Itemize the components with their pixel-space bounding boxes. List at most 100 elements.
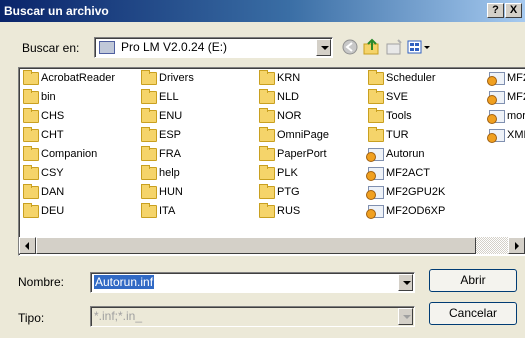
file-item[interactable]: FRA [139,146,181,162]
file-icon [366,167,384,181]
horizontal-scrollbar[interactable] [19,237,525,254]
file-item[interactable]: ESP [139,127,181,143]
file-item[interactable]: NOR [257,108,301,124]
folder-icon [141,89,157,104]
file-item[interactable]: MF2GPU2K [366,184,445,200]
file-item-label: OmniPage [277,129,329,141]
file-item[interactable]: Companion [21,146,97,162]
file-item-label: TUR [386,129,409,141]
file-icon [366,205,384,219]
file-item-label: CSY [41,167,64,179]
look-in-combo[interactable]: Pro LM V2.0.24 (E:) [94,37,333,58]
file-item-label: ELL [159,91,179,103]
help-button[interactable]: ? [487,3,504,18]
file-item-label: PLK [277,167,298,179]
file-item[interactable]: MF2OD6XP [366,203,445,219]
new-folder-icon[interactable] [384,38,404,56]
file-item[interactable]: RUS [257,203,300,219]
file-item[interactable]: KRN [257,70,300,86]
file-item-label: Autorun [386,148,425,160]
filetype-select[interactable]: *.inf;*.in_ [90,306,415,327]
folder-icon [259,108,275,123]
filetype-value: *.inf;*.in_ [94,309,143,323]
folder-icon [259,184,275,199]
file-icon [366,186,384,200]
folder-icon [23,127,39,142]
file-item[interactable]: HUN [139,184,183,200]
file-item-label: HUN [159,186,183,198]
file-item[interactable]: PLK [257,165,298,181]
file-item[interactable]: PaperPort [257,146,327,162]
file-item[interactable]: SVE [366,89,408,105]
view-menu-icon[interactable] [406,38,432,56]
filename-value: Autorun.inf [94,275,155,289]
file-item[interactable]: ELL [139,89,179,105]
folder-icon [141,146,157,161]
filename-dropdown-button[interactable] [398,274,413,291]
cancel-button[interactable]: Cancelar [429,302,517,325]
filename-input[interactable]: Autorun.inf [90,272,415,293]
file-item[interactable]: CSY [21,165,64,181]
folder-icon [141,108,157,123]
file-item[interactable]: AcrobatReader [21,70,115,86]
folder-icon [141,184,157,199]
folder-icon [23,89,39,104]
folder-icon [259,165,275,180]
file-item[interactable]: ENU [139,108,182,124]
file-item[interactable]: Autorun [366,146,425,162]
look-in-dropdown-button[interactable] [316,39,331,56]
folder-icon [259,203,275,218]
file-item[interactable]: PTG [257,184,300,200]
file-item[interactable]: OmniPage [257,127,329,143]
file-item-label: MF2 [507,72,525,84]
file-list[interactable]: AcrobatReader bin CHS CHT Companion CSY DAN DEU… [18,67,525,256]
file-item[interactable]: MF2ACT [366,165,430,181]
scroll-right-button[interactable] [508,237,525,254]
filetype-dropdown-button[interactable] [398,308,413,325]
scroll-left-button[interactable] [19,237,36,254]
file-item[interactable]: help [139,165,180,181]
file-item[interactable]: MF2 [487,70,525,86]
file-item-label: SVE [386,91,409,103]
scroll-thumb[interactable] [36,237,476,254]
file-item-label: help [159,167,180,179]
file-item[interactable]: bin [21,89,56,105]
file-item-label: MF2 [507,91,525,103]
close-button[interactable]: X [505,3,522,18]
file-item[interactable]: XML [487,127,525,143]
file-item[interactable]: CHS [21,108,64,124]
file-item[interactable]: Scheduler [366,70,436,86]
back-icon[interactable] [340,38,360,56]
file-item[interactable]: ITA [139,203,175,219]
folder-icon [368,70,384,85]
title-bar: Buscar un archivo ? X [0,0,525,22]
file-item[interactable]: Drivers [139,70,194,86]
look-in-value: Pro LM V2.0.24 (E:) [121,40,228,54]
folder-icon [23,108,39,123]
folder-icon [23,165,39,180]
file-item[interactable]: Tools [366,108,412,124]
folder-icon [141,165,157,180]
file-item[interactable]: mor [487,108,525,124]
file-item[interactable]: DEU [21,203,64,219]
filename-label: Nombre: [18,275,65,289]
file-icon [366,148,384,162]
file-item-label: FRA [159,148,181,160]
folder-icon [23,70,39,85]
file-item[interactable]: DAN [21,184,64,200]
file-item[interactable]: TUR [366,127,409,143]
file-item[interactable]: CHT [21,127,64,143]
file-item[interactable]: NLD [257,89,299,105]
up-folder-icon[interactable] [362,38,382,56]
file-item-label: PTG [277,186,300,198]
file-item-label: DAN [41,186,65,198]
file-item-label: bin [41,91,56,103]
folder-icon [23,146,39,161]
file-item-label: Scheduler [386,72,436,84]
open-button[interactable]: Abrir [429,269,517,292]
file-item[interactable]: MF2 [487,89,525,105]
file-item-label: MF2OD6XP [386,205,446,217]
folder-icon [23,184,39,199]
folder-icon [368,108,384,123]
file-item-label: ITA [159,205,176,217]
